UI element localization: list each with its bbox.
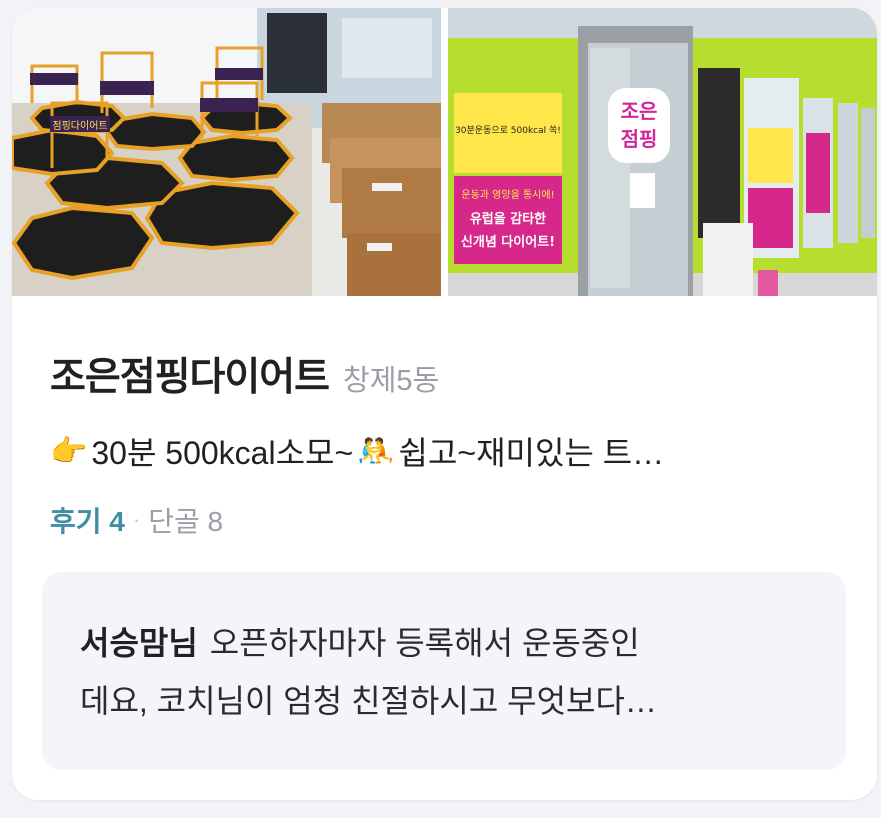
shop-region: 창제5동 [343, 365, 440, 397]
title-row: 조은점핑다이어트 창제5동 [50, 346, 439, 402]
photo-gallery[interactable]: 점핑다이어트 조은 점핑 30분운동으로 500kcal 쏙! 운동과 영양을 … [12, 8, 877, 296]
left-photo-banner-text: 점핑다이어트 [52, 120, 107, 132]
description-text-tail: 쉽고~재미있는 트… [398, 435, 665, 471]
review-text: 서승맘님 오픈하자마자 등록해서 운동중인 데요, 코치님이 엄청 친절하시고 무… [80, 614, 810, 730]
review-count[interactable]: 후기 4 [50, 500, 125, 540]
poster-top-text: 30분운동으로 500kcal 쏙! [455, 125, 561, 136]
shop-name[interactable]: 조은점핑다이어트 [50, 346, 330, 402]
wrestlers-icon: 🤼 [357, 433, 395, 469]
review-preview[interactable]: 서승맘님 오픈하자마자 등록해서 운동중인 데요, 코치님이 엄청 친절하시고 무… [42, 572, 846, 770]
stats-separator: · [132, 507, 141, 532]
shop-card[interactable]: 점핑다이어트 조은 점핑 30분운동으로 500kcal 쏙! 운동과 영양을 … [12, 8, 877, 800]
poster-line1: 운동과 영양을 통시에! [461, 189, 554, 201]
door-sign-line2: 점핑 [621, 127, 658, 151]
regular-count: 단골 8 [148, 506, 224, 537]
poster-line3: 신개념 다이어트! [461, 234, 555, 250]
pointing-hand-icon: 👉 [50, 433, 88, 469]
storefront-photo[interactable]: 조은 점핑 30분운동으로 500kcal 쏙! 운동과 영양을 통시에! 유럽… [448, 8, 877, 296]
review-line1: 오픈하자마자 등록해서 운동중인 [209, 625, 640, 661]
reviewer-name: 서승맘님 [80, 625, 198, 661]
shop-description: 👉 30분 500kcal소모~ 🤼 쉽고~재미있는 트… [50, 428, 840, 474]
door-sign-line1: 조은 [621, 99, 658, 123]
review-line2: 데요, 코치님이 엄청 친절하시고 무엇보다… [80, 683, 657, 719]
description-text: 30분 500kcal소모~ [91, 435, 354, 471]
gym-photo-trampolines[interactable]: 점핑다이어트 [12, 8, 441, 296]
stats-row: 후기 4 · 단골 8 [50, 500, 223, 540]
poster-line2: 유럽을 감타한 [470, 211, 546, 227]
